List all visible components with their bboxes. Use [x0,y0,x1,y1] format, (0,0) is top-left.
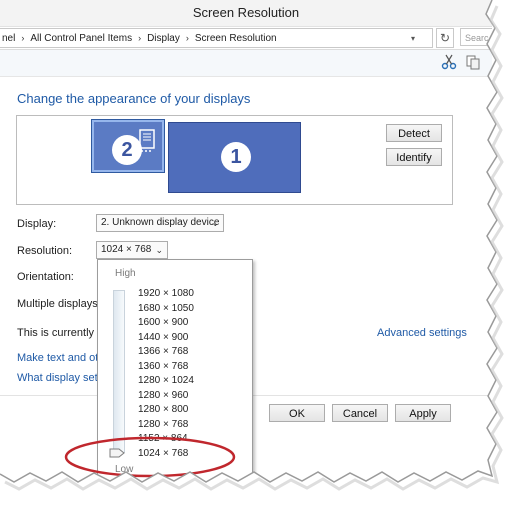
breadcrumb-all-items[interactable]: All Control Panel Items [30,33,132,44]
window-title: Screen Resolution [192,5,300,20]
display-label: Display: [17,218,57,230]
display-grid-icon [139,129,155,152]
resolution-option[interactable]: 1360 × 768 [138,360,194,375]
display-select-value: 2. Unknown display device [101,217,220,228]
address-bar: nel › All Control Panel Items › Display … [0,27,492,50]
resolution-option[interactable]: 1280 × 800 [138,403,194,418]
resolution-option[interactable]: 1680 × 1050 [138,302,194,317]
copy-icon[interactable] [465,54,481,70]
resolution-option[interactable]: 1600 × 900 [138,316,194,331]
breadcrumb-screen-resolution[interactable]: Screen Resolution [195,33,277,44]
resolution-option[interactable]: 1920 × 1080 [138,287,194,302]
orientation-label: Orientation: [17,271,74,283]
ok-button[interactable]: OK [269,404,325,422]
resolution-label: Resolution: [17,245,73,257]
breadcrumb-control-panel[interactable]: nel [2,33,15,44]
monitor-number-badge: 1 [221,142,251,172]
identify-button[interactable]: Identify [386,148,442,166]
resolution-option[interactable]: 1440 × 900 [138,331,194,346]
chevron-right-icon: › [21,33,25,43]
monitor-1[interactable]: 1 [168,122,301,193]
resolution-slider-track[interactable] [113,290,125,453]
resolution-select[interactable]: 1024 × 768 ⌄ [96,241,168,259]
search-input[interactable]: Searc [460,28,492,46]
highlight-ellipse-annotation [64,436,236,478]
resolution-option[interactable]: 1366 × 768 [138,345,194,360]
chevron-down-icon: ⌄ [211,218,219,228]
display-select[interactable]: 2. Unknown display device ⌄ [96,214,224,232]
breadcrumb[interactable]: nel › All Control Panel Items › Display … [0,28,433,48]
resolution-option[interactable]: 1280 × 1024 [138,374,194,389]
chevron-down-icon[interactable]: ▾ [411,34,421,43]
title-bar: Screen Resolution [0,0,492,27]
resolution-option[interactable]: 1280 × 960 [138,389,194,404]
advanced-settings-link[interactable]: Advanced settings [377,327,467,339]
chevron-right-icon: › [185,33,189,43]
breadcrumb-display[interactable]: Display [147,33,180,44]
resolution-select-value: 1024 × 768 [101,244,152,255]
page-title: Change the appearance of your displays [17,91,251,106]
apply-button[interactable]: Apply [395,404,451,422]
multiple-displays-label: Multiple displays: [17,298,101,310]
chevron-down-icon: ⌄ [155,245,163,255]
screen-resolution-window: Screen Resolution nel › All Control Pane… [0,0,492,480]
refresh-icon[interactable]: ↻ [436,28,454,48]
monitor-2[interactable]: 2 [92,120,164,172]
toolbar [0,50,492,77]
chevron-right-icon: › [138,33,142,43]
resolution-option[interactable]: 1280 × 768 [138,418,194,433]
cancel-button[interactable]: Cancel [332,404,388,422]
detect-button[interactable]: Detect [386,124,442,142]
slider-high-label: High [115,268,136,279]
scissors-icon[interactable] [441,54,457,70]
